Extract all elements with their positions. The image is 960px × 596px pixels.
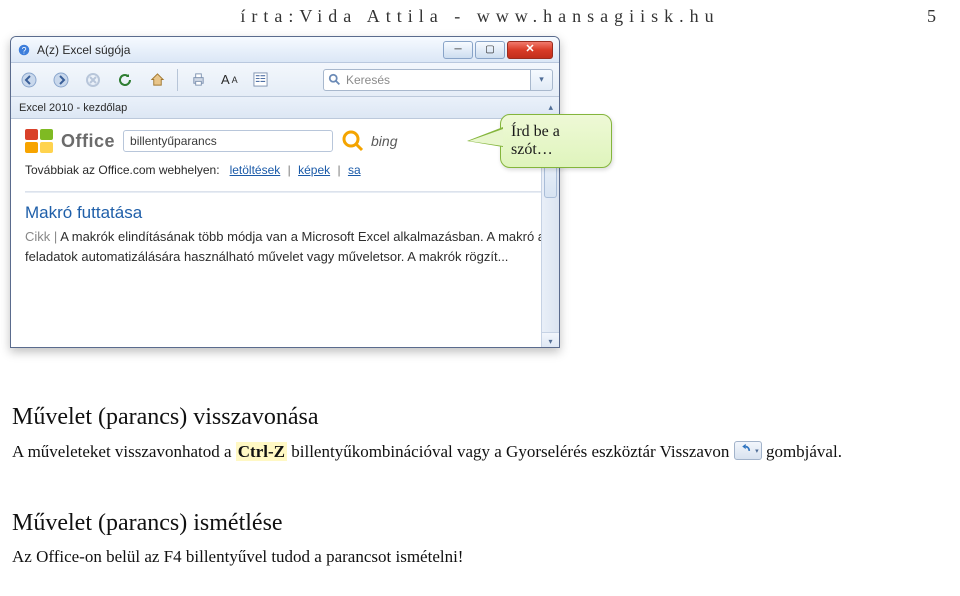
help-content-pane: Office billentyűparancs bing Továbbiak a… (11, 119, 559, 348)
font-size-button[interactable]: AA (218, 68, 241, 92)
excel-help-window: ? A(z) Excel súgója ─ ▢ ✕ AA (10, 36, 560, 348)
window-title: A(z) Excel súgója (37, 43, 441, 57)
breadcrumb-text: Excel 2010 - kezdőlap (19, 102, 127, 114)
page-number: 5 (927, 6, 938, 27)
link-sep: | (288, 163, 291, 177)
office-brand-label: Office (61, 131, 115, 152)
link-templates[interactable]: sa (348, 163, 361, 177)
undo-text-3: gombjával. (762, 442, 842, 461)
article-type-label: Cikk (25, 229, 50, 244)
callout-line1: Írd be a (511, 123, 601, 141)
help-app-icon: ? (17, 43, 31, 57)
divider (25, 191, 547, 193)
callout-line2: szót… (511, 141, 601, 159)
stop-button[interactable] (81, 68, 105, 92)
breadcrumb-bar[interactable]: Excel 2010 - kezdőlap ▴ (11, 97, 559, 119)
help-toolbar: AA Keresés ▾ (11, 63, 559, 97)
paragraph-undo: A műveleteket visszavonhatod a Ctrl-Z bi… (12, 440, 842, 464)
forward-button[interactable] (49, 68, 73, 92)
toc-button[interactable] (249, 68, 273, 92)
undo-text-1: A műveleteket visszavonhatod a (12, 442, 236, 461)
maximize-button[interactable]: ▢ (475, 41, 505, 59)
undo-key: Ctrl-Z (238, 442, 285, 461)
link-sep: | (337, 163, 340, 177)
article-title[interactable]: Makró futtatása (25, 203, 547, 223)
close-button[interactable]: ✕ (507, 41, 553, 59)
office-logo-icon (25, 129, 53, 153)
more-prefix: Továbbiak az Office.com webhelyen: (25, 163, 220, 177)
svg-text:?: ? (22, 45, 27, 55)
undo-icon: ▾ (734, 441, 762, 460)
paragraph-redo: Az Office-on belül az F4 billentyűvel tu… (12, 545, 463, 569)
titlebar: ? A(z) Excel súgója ─ ▢ ✕ (11, 37, 559, 63)
search-icon (328, 73, 342, 87)
back-button[interactable] (17, 68, 41, 92)
help-search-input[interactable]: Keresés (323, 69, 531, 91)
chevron-up-icon: ▴ (548, 102, 553, 113)
help-search-dropdown[interactable]: ▾ (531, 69, 553, 91)
callout-tail-icon (467, 127, 503, 147)
undo-text-2: billentyűkombinációval vagy a Gyorseléré… (287, 442, 734, 461)
callout-tooltip: Írd be a szót… (500, 114, 612, 168)
help-search-placeholder: Keresés (346, 73, 390, 87)
more-links-row: Továbbiak az Office.com webhelyen: letöl… (25, 163, 547, 177)
office-search-input[interactable]: billentyűparancs (123, 130, 333, 152)
minimize-button[interactable]: ─ (443, 41, 473, 59)
print-button[interactable] (186, 68, 210, 92)
header-author: írta:Vida Attila - www.hansagiisk.hu (240, 6, 719, 26)
home-button[interactable] (145, 68, 169, 92)
help-search: Keresés ▾ (323, 69, 553, 91)
scroll-down-button[interactable]: ▾ (542, 332, 559, 348)
lens-icon[interactable] (341, 129, 365, 153)
page-header: írta:Vida Attila - www.hansagiisk.hu 5 (0, 6, 960, 27)
article-text: A makrók elindításának több módja van a … (25, 229, 545, 264)
article-body: Cikk | A makrók elindításának több módja… (25, 227, 547, 266)
heading-undo: Művelet (parancs) visszavonása (12, 404, 319, 431)
bing-label: bing (371, 133, 397, 149)
link-images[interactable]: képek (298, 163, 330, 177)
link-downloads[interactable]: letöltések (230, 163, 281, 177)
refresh-button[interactable] (113, 68, 137, 92)
toolbar-separator (177, 69, 178, 91)
heading-redo: Művelet (parancs) ismétlése (12, 510, 283, 537)
